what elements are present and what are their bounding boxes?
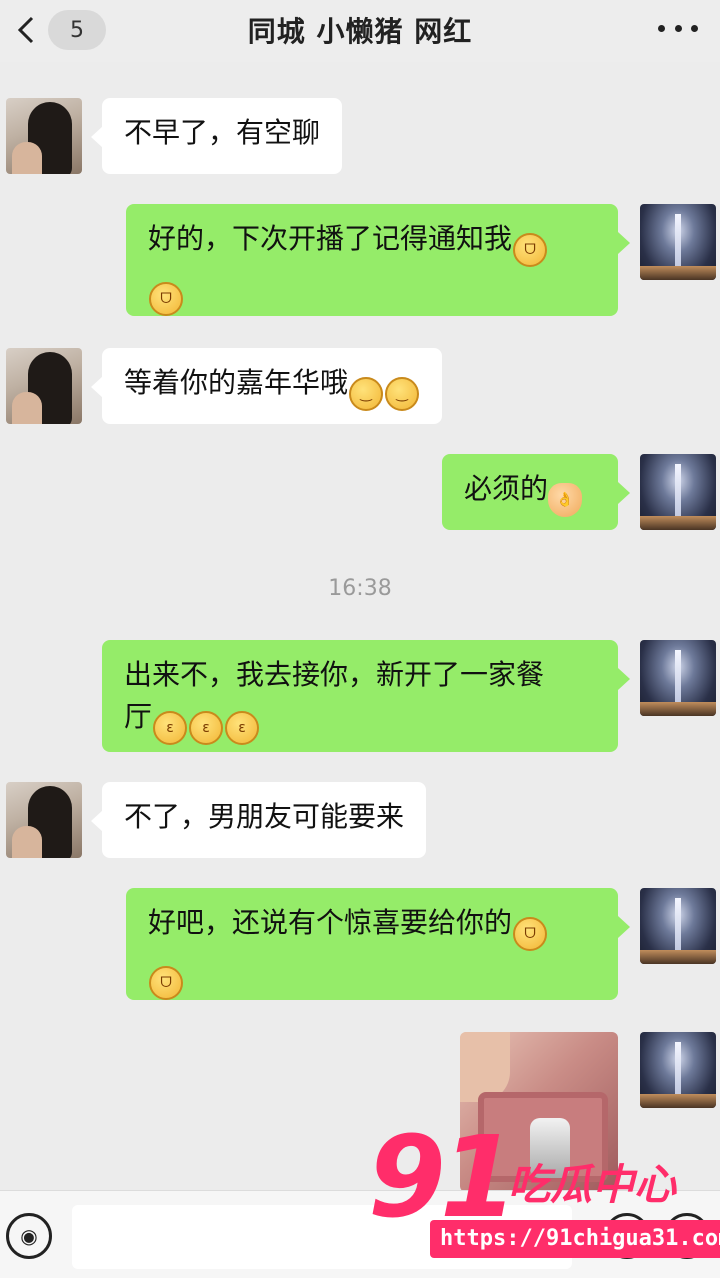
my-avatar[interactable] [640,888,716,964]
message-bubble-incoming[interactable]: 不早了，有空聊 [102,98,343,174]
grin-icon: ᗜ [513,917,548,951]
more-options-button[interactable] [658,14,698,42]
more-actions-button[interactable]: + [664,1213,710,1259]
thinking-icon: ε [189,711,224,745]
dot-icon [658,24,665,32]
voice-icon: ◉ [20,1224,38,1248]
grin-icon: ᗜ [149,966,183,1000]
message-timestamp: 16:38 [328,576,392,601]
message-text: 不了，男朋友可能要来 [124,800,405,833]
message-bubble-outgoing[interactable]: 好吧，还说有个惊喜要给你的 ᗜ ᗜ [126,888,618,1000]
emoji-button[interactable] [604,1213,650,1259]
thinking-icon: ε [225,711,260,745]
dot-icon [691,24,698,32]
message-text: 厅 [124,700,153,733]
my-avatar[interactable] [640,640,716,716]
message-text: 好的，下次开播了记得通知我 [148,222,513,255]
thinking-icon: ε [153,711,188,745]
image-message[interactable] [460,1032,618,1192]
message-bubble-outgoing[interactable]: 必须的 👌 [442,454,618,530]
smile-icon: ‿ [349,377,384,411]
message-text: 等着你的嘉年华哦 [124,366,349,399]
chat-header: 5 同城 小懒猪 网红 [0,0,720,62]
input-bar: ◉ + [0,1190,720,1278]
smile-icon: ‿ [385,377,420,411]
my-avatar[interactable] [640,1032,716,1108]
contact-avatar[interactable] [6,348,82,424]
message-bubble-incoming[interactable]: 不了，男朋友可能要来 [102,782,427,858]
message-input[interactable] [72,1205,572,1269]
message-bubble-incoming[interactable]: 等着你的嘉年华哦 ‿ ‿ [102,348,443,424]
plus-icon: + [674,1218,700,1253]
ok-hand-icon: 👌 [548,483,583,517]
message-bubble-outgoing[interactable]: 好的，下次开播了记得通知我 ᗜ ᗜ [126,204,618,316]
message-text: 好吧，还说有个惊喜要给你的 [148,906,513,939]
contact-avatar[interactable] [6,782,82,858]
bubble-tail [618,668,630,690]
chat-title: 同城 小懒猪 网红 [247,15,473,48]
message-text: 不早了，有空聊 [124,116,321,149]
contact-avatar[interactable] [6,98,82,174]
message-text: 出来不，我去接你，新开了一家餐 [124,658,545,691]
voice-input-button[interactable]: ◉ [6,1213,52,1259]
message-text: 必须的 [464,472,549,505]
bubble-tail [618,916,630,938]
message-bubble-outgoing[interactable]: 出来不，我去接你，新开了一家餐 厅εεε [102,640,618,752]
my-avatar[interactable] [640,204,716,280]
bubble-tail [618,482,630,504]
my-avatar[interactable] [640,454,716,530]
bubble-tail [618,232,630,254]
dot-icon [674,24,682,32]
grin-icon: ᗜ [513,233,548,267]
grin-icon: ᗜ [149,282,183,316]
